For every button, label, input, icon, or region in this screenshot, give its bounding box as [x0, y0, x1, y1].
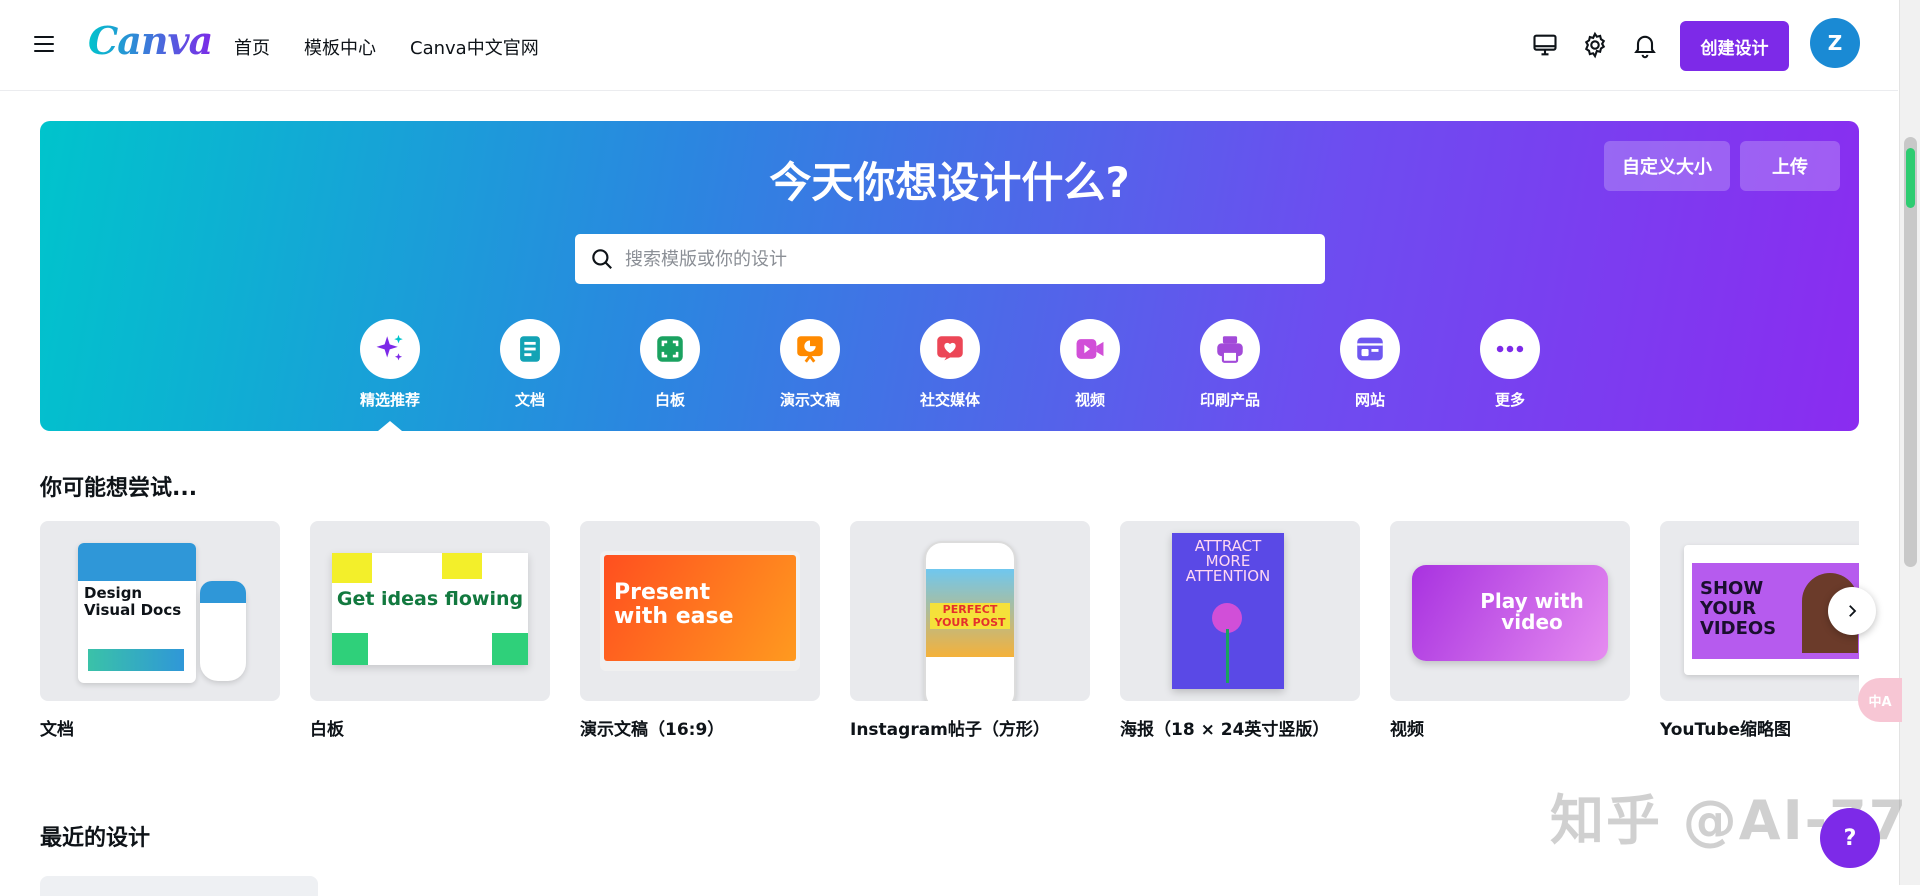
search-input[interactable]: [625, 248, 1305, 270]
presentation-icon: [797, 336, 823, 363]
nav-templates[interactable]: 模板中心: [304, 34, 376, 60]
search-icon: [592, 249, 612, 269]
carousel-next-button[interactable]: [1828, 587, 1876, 635]
avatar[interactable]: Z: [1810, 18, 1860, 68]
suggestion-card-poster[interactable]: ATTRACT MORE ATTENTION 海报（18 × 24英寸竖版）: [1120, 521, 1360, 740]
card-thumbnail: Get ideas flowing: [310, 521, 550, 701]
menu-icon[interactable]: [34, 36, 54, 54]
canva-logo[interactable]: Canva: [88, 18, 213, 63]
category-docs[interactable]: 文档: [480, 319, 580, 410]
search-bar[interactable]: [575, 234, 1325, 284]
printer-icon: [1217, 336, 1243, 363]
suggestion-card-youtube[interactable]: SHOW YOUR VIDEOS YouTube缩略图: [1660, 521, 1859, 740]
top-bar: Canva 首页 模板中心 Canva中文官网 创建设计 Z: [0, 0, 1898, 91]
doc-icon: [520, 336, 540, 362]
category-social[interactable]: 社交媒体: [900, 319, 1000, 410]
create-design-button[interactable]: 创建设计: [1680, 21, 1789, 71]
category-video[interactable]: 视频: [1040, 319, 1140, 410]
suggestion-card-video[interactable]: Play with video 视频: [1390, 521, 1630, 740]
page-scrollbar[interactable]: [1899, 0, 1920, 885]
video-icon: [1076, 339, 1104, 359]
category-presentation[interactable]: 演示文稿: [760, 319, 860, 410]
suggestion-card-docs[interactable]: Design Visual Docs 文档: [40, 521, 280, 740]
card-thumbnail: Present with ease: [580, 521, 820, 701]
suggestion-card-whiteboard[interactable]: Get ideas flowing 白板: [310, 521, 550, 740]
settings-icon[interactable]: [1580, 30, 1610, 60]
bell-icon[interactable]: [1630, 30, 1660, 60]
suggestions-title: 你可能想尝试...: [40, 476, 198, 501]
whiteboard-icon: [657, 336, 683, 362]
card-thumbnail: PERFECT YOUR POST: [850, 521, 1090, 701]
category-print[interactable]: 印刷产品: [1180, 319, 1280, 410]
suggestion-carousel: Design Visual Docs 文档 Get ideas flowing …: [40, 521, 1859, 741]
upload-button[interactable]: 上传: [1740, 141, 1840, 191]
nav-canva-cn[interactable]: Canva中文官网: [410, 34, 539, 60]
sparkle-icon: [376, 334, 403, 361]
desktop-app-icon[interactable]: [1530, 30, 1560, 60]
nav-home[interactable]: 首页: [234, 34, 270, 60]
category-featured[interactable]: 精选推荐: [340, 319, 440, 410]
card-thumbnail: Design Visual Docs: [40, 521, 280, 701]
category-website[interactable]: 网站: [1320, 319, 1420, 410]
recent-design-card[interactable]: [40, 876, 318, 896]
hero-title: 今天你想设计什么?: [769, 158, 1130, 207]
scroll-indicator: [1906, 148, 1915, 208]
more-icon: [1496, 345, 1524, 353]
card-thumbnail: ATTRACT MORE ATTENTION: [1120, 521, 1360, 701]
main-nav: 首页 模板中心 Canva中文官网: [234, 34, 539, 60]
category-whiteboard[interactable]: 白板: [620, 319, 720, 410]
custom-size-button[interactable]: 自定义大小: [1604, 141, 1730, 191]
suggestion-card-instagram[interactable]: PERFECT YOUR POST Instagram帖子（方形）: [850, 521, 1090, 740]
card-thumbnail: Play with video: [1390, 521, 1630, 701]
hero-banner: 今天你想设计什么? 自定义大小 上传 精选推荐 文档 白板 演示文稿 社交媒体 …: [40, 121, 1859, 431]
selected-category-caret: [378, 421, 402, 431]
translate-icon[interactable]: 中A: [1858, 678, 1902, 722]
help-button[interactable]: ?: [1820, 808, 1880, 868]
category-more[interactable]: 更多: [1460, 319, 1560, 410]
chevron-right-icon: [1849, 605, 1857, 617]
suggestion-card-presentation[interactable]: Present with ease 演示文稿（16:9）: [580, 521, 820, 740]
heart-icon: [937, 336, 963, 361]
website-icon: [1357, 337, 1383, 361]
recent-designs-title: 最近的设计: [40, 826, 151, 851]
